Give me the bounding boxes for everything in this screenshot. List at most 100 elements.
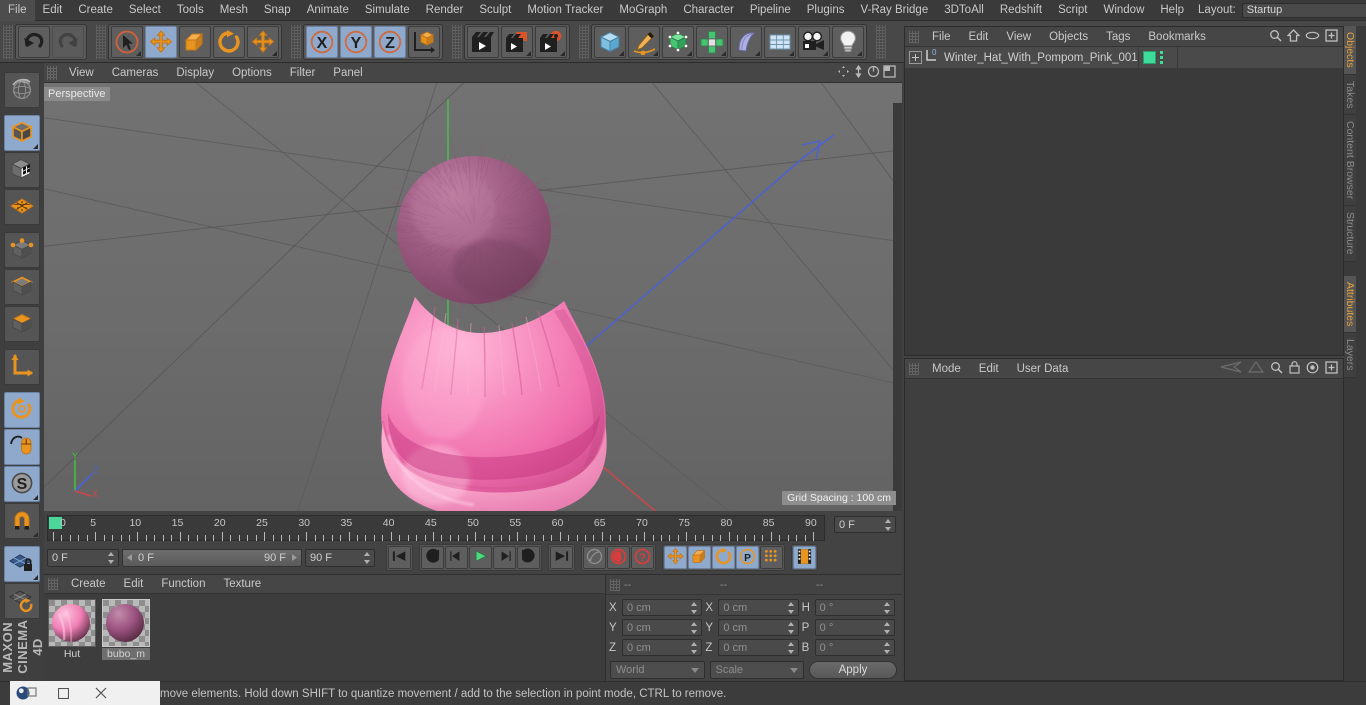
menu-file[interactable]: File [0, 0, 35, 21]
size-x-field[interactable]: 0 cm [718, 599, 798, 616]
make-editable-button[interactable] [4, 72, 40, 108]
menu-v-ray-bridge[interactable]: V-Ray Bridge [852, 0, 936, 21]
spinner-icon[interactable] [884, 622, 891, 634]
attribute-manager-grip[interactable] [909, 363, 919, 375]
undo-button[interactable] [18, 26, 50, 58]
target-icon[interactable] [1306, 361, 1319, 377]
record-active-objects-button[interactable] [607, 546, 630, 569]
toolbar-grip[interactable] [3, 25, 13, 59]
vtab-takes[interactable]: Takes [1344, 75, 1356, 115]
record-position-button[interactable] [664, 546, 687, 569]
menu-mograph[interactable]: MoGraph [611, 0, 675, 21]
object-tree[interactable]: 0 Winter_Hat_With_Pompom_Pink_001 [905, 47, 1343, 69]
spinner-icon[interactable] [884, 602, 891, 614]
lock-icon[interactable] [1289, 361, 1300, 377]
menu-script[interactable]: Script [1050, 0, 1095, 21]
material-list[interactable]: Hut bubo_m [44, 594, 627, 682]
coordinate-system-dropdown[interactable]: World [610, 661, 705, 679]
attribute-menu-edit[interactable]: Edit [970, 359, 1008, 379]
polygons-mode-button[interactable] [4, 306, 40, 342]
forward-nav-icon[interactable] [1248, 361, 1264, 376]
workplane-lock-button[interactable] [4, 546, 40, 582]
viewport-menu-panel[interactable]: Panel [324, 63, 371, 83]
object-menu-bookmarks[interactable]: Bookmarks [1139, 27, 1215, 47]
object-row[interactable]: 0 Winter_Hat_With_Pompom_Pink_001 [905, 47, 1343, 69]
menu-select[interactable]: Select [121, 0, 169, 21]
record-pla-button[interactable]: P [736, 546, 759, 569]
material-item[interactable]: Hut [48, 599, 96, 682]
record-parameter-button[interactable] [760, 546, 783, 569]
spinner-icon[interactable] [108, 552, 115, 564]
live-selection-button[interactable] [111, 26, 143, 58]
move-button[interactable] [145, 26, 177, 58]
material-tag[interactable] [1143, 51, 1156, 64]
viewport-menu-cameras[interactable]: Cameras [103, 63, 168, 83]
vtab-layers[interactable]: Layers [1344, 333, 1356, 378]
menu-window[interactable]: Window [1095, 0, 1152, 21]
vtab-attributes[interactable]: Attributes [1344, 276, 1356, 333]
render-settings-button[interactable] [535, 26, 567, 58]
rotation-b-field[interactable]: 0 ° [815, 639, 895, 656]
add-cube-button[interactable] [594, 26, 626, 58]
object-menu-edit[interactable]: Edit [960, 27, 998, 47]
rotation-p-field[interactable]: 0 ° [815, 619, 895, 636]
size-z-field[interactable]: 0 cm [718, 639, 798, 656]
toolbar-grip[interactable] [291, 25, 301, 59]
c4d-app-icon[interactable] [10, 681, 44, 705]
spinner-icon[interactable] [788, 622, 795, 634]
back-nav-icon[interactable] [1220, 361, 1242, 376]
autokeying-button[interactable] [583, 546, 606, 569]
position-y-field[interactable]: 0 cm [622, 619, 702, 636]
submenu-triangle-icon[interactable] [687, 51, 692, 56]
start-frame-field[interactable]: 0 F [47, 549, 119, 567]
toolbar-grip[interactable] [452, 25, 462, 59]
viewport-scrollbar-vertical[interactable] [893, 103, 902, 511]
timeline-ruler[interactable]: 0 5 10 15 20 25 30 35 40 45 50 55 60 65 70 75 80 85 90 [47, 515, 825, 541]
magnifier-icon[interactable] [1269, 29, 1282, 45]
current-frame-field[interactable]: 0 F [834, 516, 896, 533]
toolbar-grip[interactable] [96, 25, 106, 59]
submenu-triangle-icon[interactable] [789, 51, 794, 56]
object-manager-grip[interactable] [909, 31, 919, 43]
lock-y-button[interactable]: Y [340, 26, 372, 58]
submenu-triangle-icon[interactable] [136, 51, 141, 56]
material-preview[interactable] [48, 599, 96, 647]
world-object-coord-button[interactable] [408, 26, 440, 58]
viewport-menu-display[interactable]: Display [167, 63, 223, 83]
edges-mode-button[interactable] [4, 269, 40, 305]
menu-motion-tracker[interactable]: Motion Tracker [519, 0, 611, 21]
menu-character[interactable]: Character [675, 0, 742, 21]
attribute-menu-user-data[interactable]: User Data [1008, 359, 1078, 379]
go-to-end-button[interactable] [550, 546, 573, 569]
close-icon[interactable] [82, 681, 120, 705]
end-frame-field[interactable]: 90 F [305, 549, 375, 567]
submenu-triangle-icon[interactable] [33, 532, 38, 537]
plus-box-icon[interactable] [1325, 29, 1338, 45]
expand-toggle-icon[interactable] [909, 51, 922, 64]
position-z-field[interactable]: 0 cm [622, 639, 702, 656]
add-light-button[interactable] [832, 26, 864, 58]
viewport-menu-filter[interactable]: Filter [281, 63, 325, 83]
submenu-triangle-icon[interactable] [272, 51, 277, 56]
add-environment-button[interactable] [764, 26, 796, 58]
menu-edit[interactable]: Edit [35, 0, 71, 21]
add-deformer-button[interactable] [730, 26, 762, 58]
coordinates-grip[interactable] [610, 579, 620, 591]
rotation-h-field[interactable]: 0 ° [815, 599, 895, 616]
material-preview[interactable] [102, 599, 150, 647]
dolly-icon[interactable] [853, 65, 864, 81]
lock-z-button[interactable]: Z [374, 26, 406, 58]
submenu-triangle-icon[interactable] [721, 51, 726, 56]
soft-selection-button[interactable]: S [4, 466, 40, 502]
spinner-icon[interactable] [884, 642, 891, 654]
object-menu-tags[interactable]: Tags [1097, 27, 1139, 47]
menu-snap[interactable]: Snap [256, 0, 299, 21]
submenu-triangle-icon[interactable] [33, 495, 38, 500]
spinner-icon[interactable] [691, 642, 698, 654]
material-menu-function[interactable]: Function [152, 575, 214, 594]
object-menu-view[interactable]: View [997, 27, 1040, 47]
submenu-triangle-icon[interactable] [619, 51, 624, 56]
pan-icon[interactable] [837, 65, 850, 81]
spinner-icon[interactable] [364, 552, 371, 564]
vtab-structure[interactable]: Structure [1344, 206, 1356, 262]
